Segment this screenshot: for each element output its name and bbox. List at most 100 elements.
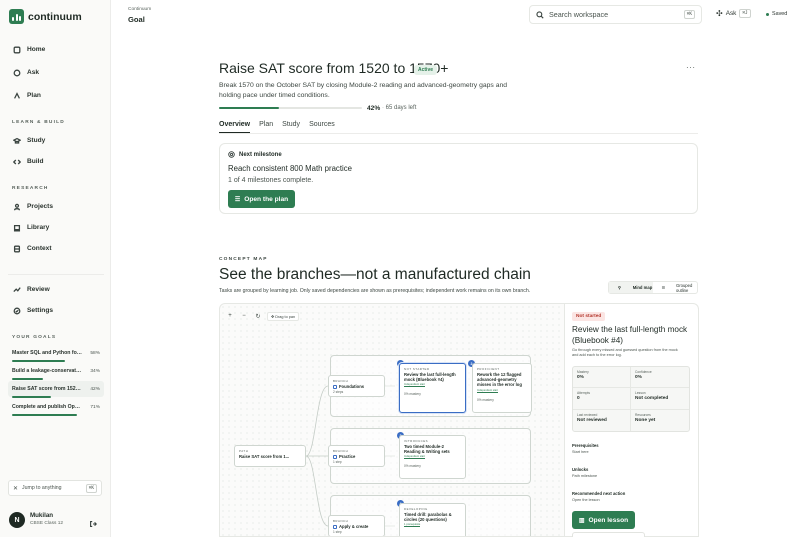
book-icon — [13, 224, 21, 231]
goal-tabs: Overview Plan Study Sources — [219, 121, 698, 134]
branch-node-foundations[interactable]: BRANCH Foundations 2 steps — [328, 375, 385, 397]
view-mind-map[interactable]: ⚲ Mind map — [609, 282, 653, 293]
zoom-in-icon[interactable]: + — [225, 311, 235, 321]
task-node[interactable]: PROFICIENT Rework the 12 flagged advance… — [472, 363, 532, 413]
study-icon — [13, 137, 21, 144]
code-icon — [13, 159, 21, 164]
stat-resources: Resources None yet — [631, 410, 689, 431]
database-icon — [13, 245, 21, 252]
drag-label: Drag to pan — [275, 314, 296, 319]
unlocks-heading: Unlocks — [572, 467, 589, 472]
view-grouped-outline[interactable]: ☰ Grouped outline — [653, 282, 697, 293]
stat-value: 0 — [577, 396, 580, 402]
branch-icon — [333, 384, 337, 389]
stat-label: Mastery — [577, 370, 589, 374]
avatar[interactable]: N — [9, 512, 25, 528]
book-icon: ▥ — [578, 517, 585, 524]
search-icon: ✕ — [13, 485, 19, 492]
task-node[interactable]: INTRODUCES Two timed Module-2 Reading & … — [399, 435, 466, 479]
tab-sources[interactable]: Sources — [309, 121, 335, 133]
sidebar-item-ask[interactable]: Ask — [8, 64, 104, 81]
sidebar-item-label: Study — [27, 137, 46, 144]
view-label: Grouped outline — [676, 282, 693, 293]
page-title: Goal — [128, 15, 145, 24]
app-name: continuum — [28, 10, 82, 23]
ask-button[interactable]: ✣ Ask ⌘J — [716, 9, 751, 18]
stat-mastery: Mastery 0% — [573, 367, 631, 389]
list-icon: ☰ — [234, 196, 241, 203]
logout-icon[interactable] — [89, 515, 97, 533]
search-icon — [536, 10, 544, 19]
goal-item[interactable]: Master SQL and Python for... 58% — [8, 345, 104, 361]
days-left: · 65 days left — [382, 105, 417, 111]
branch-icon — [333, 454, 337, 459]
sidebar-item-label: Settings — [27, 307, 54, 314]
task-mastery: 0% mastery — [404, 392, 421, 397]
goal-progress-percent: 42% — [367, 105, 381, 112]
task-node[interactable]: NOT STARTED Review the last full-length … — [399, 363, 466, 413]
sidebar-item-label: Context — [27, 245, 52, 252]
sidebar-item-study[interactable]: Study — [8, 132, 104, 149]
jump-to-anything-button[interactable]: ✕ Jump to anything ⌘K — [8, 480, 102, 496]
more-options-icon[interactable]: ··· — [686, 63, 696, 72]
tab-study[interactable]: Study — [282, 121, 300, 133]
sidebar-item-build[interactable]: Build — [8, 153, 104, 170]
sidebar-item-projects[interactable]: Projects — [8, 198, 104, 215]
goal-percent: 58% — [90, 350, 100, 356]
logo-icon — [9, 9, 24, 24]
ask-label: Ask — [725, 10, 737, 17]
goal-progress-fill — [219, 107, 280, 109]
concept-map-description: Tasks are grouped by learning job. Only … — [219, 288, 531, 294]
task-status: NOT STARTED — [404, 367, 430, 371]
target-icon — [228, 151, 235, 158]
goal-percent: 34% — [90, 368, 100, 374]
reset-view-icon[interactable]: ↻ — [253, 311, 263, 321]
sidebar-item-settings[interactable]: Settings — [8, 302, 104, 319]
breadcrumb[interactable]: Continuum — [128, 7, 151, 12]
user-name: Mukilan — [30, 512, 54, 519]
view-switcher: ⚲ Mind map ☰ Grouped outline — [608, 281, 698, 294]
goal-item[interactable]: Build a leakage-conservative... 34% — [8, 363, 104, 379]
sidebar-item-plan[interactable]: Plan — [8, 87, 104, 104]
goal-progress-bar — [12, 396, 51, 398]
tab-overview[interactable]: Overview — [219, 121, 251, 133]
unlocks-value: Path milestone — [572, 474, 598, 478]
person-icon — [13, 203, 21, 210]
goal-item-active[interactable]: Raise SAT score from 1520 to... 42% — [8, 381, 104, 397]
mind-map-canvas[interactable]: PATH Raise SAT score from 1... BRANCH Fo… — [219, 303, 565, 537]
sidebar-item-context[interactable]: Context — [8, 240, 104, 257]
goal-name: Build a leakage-conservative... — [12, 368, 82, 374]
task-node[interactable]: DEVELOPING Timed drill: parabolas & circ… — [399, 503, 466, 536]
secondary-action-button[interactable] — [572, 532, 645, 537]
sparkle-icon: ✣ — [716, 9, 723, 18]
shortcut-badge: ⌘J — [739, 9, 751, 18]
goal-progress-bar — [12, 378, 44, 380]
milestone-subtitle: 1 of 4 milestones complete. — [228, 177, 314, 184]
shortcut-badge: ⌘K — [683, 10, 695, 19]
sidebar-item-review[interactable]: Review — [8, 281, 104, 298]
mind-map-icon: ⚲ — [617, 285, 622, 290]
app-logo[interactable]: continuum — [9, 9, 82, 24]
path-node[interactable]: PATH Raise SAT score from 1... — [234, 445, 306, 467]
goal-item[interactable]: Complete and publish Open... 71% — [8, 399, 104, 415]
task-tag: Independent start — [404, 455, 425, 460]
stat-label: Attempts — [577, 391, 591, 396]
user-subtitle: CBSE Class 12 — [30, 521, 64, 526]
tab-plan[interactable]: Plan — [259, 121, 273, 133]
sidebar-item-home[interactable]: Home — [8, 41, 104, 58]
open-lesson-button[interactable]: ▥ Open lesson — [572, 511, 635, 529]
search-input[interactable]: Search workspace ⌘K — [529, 5, 702, 24]
zoom-out-icon[interactable]: − — [239, 311, 249, 321]
concept-map-label: CONCEPT MAP — [219, 257, 268, 262]
branch-node-apply[interactable]: BRANCH Apply & create 1 step — [328, 515, 385, 536]
stat-value: Not reviewed — [577, 417, 607, 423]
open-plan-button[interactable]: ☰ Open the plan — [228, 190, 295, 208]
saved-label: Saved — [772, 11, 788, 17]
branch-node-practice[interactable]: BRANCH Practice 1 step — [328, 445, 385, 467]
task-tag: 1 prerequisite — [404, 523, 421, 528]
view-label: Mind map — [632, 285, 653, 290]
sidebar-item-library[interactable]: Library — [8, 219, 104, 236]
section-label-goals: YOUR GOALS — [12, 335, 57, 340]
sidebar-item-label: Build — [27, 158, 44, 165]
status-dot-icon — [766, 12, 769, 16]
